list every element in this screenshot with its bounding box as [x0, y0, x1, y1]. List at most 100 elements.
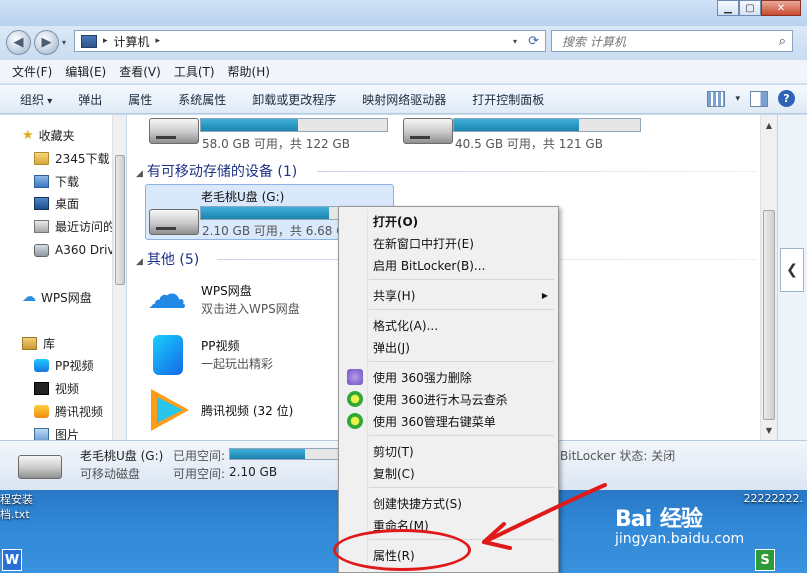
desktop-icon: [34, 196, 49, 210]
menu-separator: [369, 279, 554, 280]
menu-item-format[interactable]: 格式化(A)...: [341, 314, 556, 336]
uninstall-button[interactable]: 卸载或更改程序: [252, 91, 336, 108]
menu-item-open[interactable]: 打开(O): [341, 210, 556, 232]
menu-edit[interactable]: 编辑(E): [65, 63, 106, 80]
collapse-icon[interactable]: ◢: [136, 169, 143, 179]
menu-item-360-scan[interactable]: 使用 360进行木马云查杀: [341, 388, 556, 410]
back-icon[interactable]: ◀: [6, 30, 31, 55]
group-other-header[interactable]: ◢ 其他 (5): [136, 249, 199, 269]
organize-button[interactable]: 组织: [20, 91, 52, 108]
desktop-file-label[interactable]: 程安装 档.txt: [0, 492, 33, 522]
menu-view[interactable]: 查看(V): [119, 63, 161, 80]
scroll-down-icon[interactable]: ▼: [761, 422, 777, 438]
nav-item-label: 最近访问的: [55, 219, 116, 234]
pp-item-name[interactable]: PP视频: [201, 337, 239, 354]
nav-scroll-thumb[interactable]: [115, 155, 125, 285]
wps-sheet-icon[interactable]: S: [755, 549, 775, 571]
breadcrumb-computer[interactable]: 计算机: [114, 33, 150, 50]
chevron-left-icon[interactable]: ❮: [780, 248, 804, 292]
wps-writer-icon[interactable]: W: [2, 549, 22, 571]
history-dropdown-icon[interactable]: ▾: [62, 38, 66, 47]
maximize-icon[interactable]: ▢: [739, 0, 761, 16]
downloads-icon: [34, 174, 49, 188]
view-mode-icon[interactable]: [707, 90, 726, 107]
nav-item-label: A360 Driv: [55, 243, 115, 257]
tencent-video-logo-icon[interactable]: [151, 389, 195, 431]
menu-help[interactable]: 帮助(H): [228, 63, 270, 80]
menu-item-eject[interactable]: 弹出(J): [341, 336, 556, 358]
eject-button[interactable]: 弹出: [78, 91, 102, 108]
menu-separator: [369, 435, 554, 436]
hard-drive-icon[interactable]: [149, 118, 199, 144]
drive-d-usage-fill: [454, 119, 579, 131]
nav-item-2345[interactable]: 2345下载: [34, 147, 110, 169]
view-dropdown-icon[interactable]: ▾: [735, 94, 740, 104]
drive-d-usage-bar: [453, 118, 641, 132]
preview-pane-icon[interactable]: [750, 90, 768, 107]
nav-item-pp[interactable]: PP视频: [34, 354, 93, 376]
properties-button[interactable]: 属性: [128, 91, 152, 108]
content-scroll-thumb[interactable]: [763, 210, 775, 420]
wps-cloud-icon[interactable]: ☁: [147, 275, 193, 315]
collapse-icon[interactable]: ◢: [136, 257, 143, 267]
nav-item-label: PP视频: [55, 358, 94, 373]
nav-item-downloads[interactable]: 下载: [34, 170, 79, 192]
nav-item-label: 腾讯视频: [55, 404, 104, 419]
nav-item-videos[interactable]: 视频: [34, 377, 79, 399]
forward-icon[interactable]: ▶: [34, 30, 59, 55]
menu-item-share-label: 共享(H): [373, 288, 416, 303]
nav-favorites[interactable]: ★ 收藏夹: [22, 124, 75, 146]
group-removable-header[interactable]: ◢ 有可移动存储的设备 (1): [136, 161, 297, 181]
address-dropdown-icon[interactable]: ▾: [513, 37, 517, 46]
recent-places-icon: [34, 219, 49, 233]
menu-item-360-manage[interactable]: 使用 360管理右键菜单: [341, 410, 556, 432]
nav-item-label: WPS网盘: [41, 290, 92, 305]
breadcrumb-chevron-icon[interactable]: ▸: [156, 36, 161, 46]
nav-item-pictures[interactable]: 图片: [34, 423, 79, 440]
nav-item-a360[interactable]: A360 Driv: [34, 239, 115, 261]
minimize-icon[interactable]: ▁: [717, 0, 739, 16]
map-drive-button[interactable]: 映射网络驱动器: [362, 91, 446, 108]
navigation-pane: ★ 收藏夹 2345下载 下载 桌面 最近访问的 A360 Driv ☁ WPS网盘…: [0, 115, 126, 440]
help-icon[interactable]: ?: [778, 90, 795, 107]
nav-scrollbar[interactable]: [112, 115, 126, 440]
menu-file[interactable]: 文件(F): [12, 63, 52, 80]
menu-item-open-new-window[interactable]: 在新窗口中打开(E): [341, 232, 556, 254]
breadcrumb-separator-icon[interactable]: ▸: [103, 36, 108, 46]
title-bar[interactable]: ▁ ▢ ✕: [0, 0, 807, 26]
search-input[interactable]: 搜索 计算机 ⌕: [551, 30, 793, 52]
nav-item-tencent[interactable]: 腾讯视频: [34, 400, 103, 422]
menu-item-share[interactable]: 共享(H) ▶: [341, 284, 556, 306]
nav-wps-cloud[interactable]: ☁ WPS网盘: [22, 286, 92, 308]
address-bar[interactable]: ▸ 计算机 ▸ ▾ ⟳: [74, 30, 546, 52]
submenu-arrow-icon: ▶: [541, 290, 548, 300]
system-properties-button[interactable]: 系统属性: [178, 91, 226, 108]
refresh-icon[interactable]: ⟳: [528, 34, 539, 49]
scroll-up-icon[interactable]: ▲: [761, 117, 777, 133]
annotation-arrow-icon: [482, 483, 607, 550]
tencent-video-icon: [34, 404, 49, 418]
menu-item-cut[interactable]: 剪切(T): [341, 440, 556, 462]
group-divider: [317, 171, 757, 172]
menu-separator: [369, 309, 554, 310]
content-scrollbar[interactable]: ▲ ▼: [760, 115, 777, 440]
hard-drive-icon[interactable]: [403, 118, 453, 144]
nav-item-label: 图片: [55, 427, 80, 441]
menu-item-360-delete[interactable]: 使用 360强力删除: [341, 366, 556, 388]
menu-tools[interactable]: 工具(T): [174, 63, 215, 80]
wps-item-name[interactable]: WPS网盘: [201, 282, 252, 299]
tencent-item-name[interactable]: 腾讯视频 (32 位): [201, 402, 293, 419]
close-icon[interactable]: ✕: [761, 0, 801, 16]
usb-drive-space: 2.10 GB 可用，共 6.68 G: [202, 224, 346, 238]
nav-item-recent[interactable]: 最近访问的: [34, 215, 115, 237]
control-panel-button[interactable]: 打开控制面板: [472, 91, 544, 108]
shredder-icon: [347, 369, 363, 385]
nav-library[interactable]: 库: [22, 332, 55, 354]
desktop-file-label-right[interactable]: 22222222.: [744, 492, 804, 505]
menu-item-bitlocker[interactable]: 启用 BitLocker(B)...: [341, 254, 556, 276]
pp-video-logo-icon[interactable]: [153, 335, 183, 375]
nav-item-desktop[interactable]: 桌面: [34, 192, 79, 214]
details-free-label: 可用空间:: [173, 467, 226, 481]
details-name: 老毛桃U盘 (G:): [80, 449, 164, 463]
search-icon[interactable]: ⌕: [779, 34, 786, 49]
